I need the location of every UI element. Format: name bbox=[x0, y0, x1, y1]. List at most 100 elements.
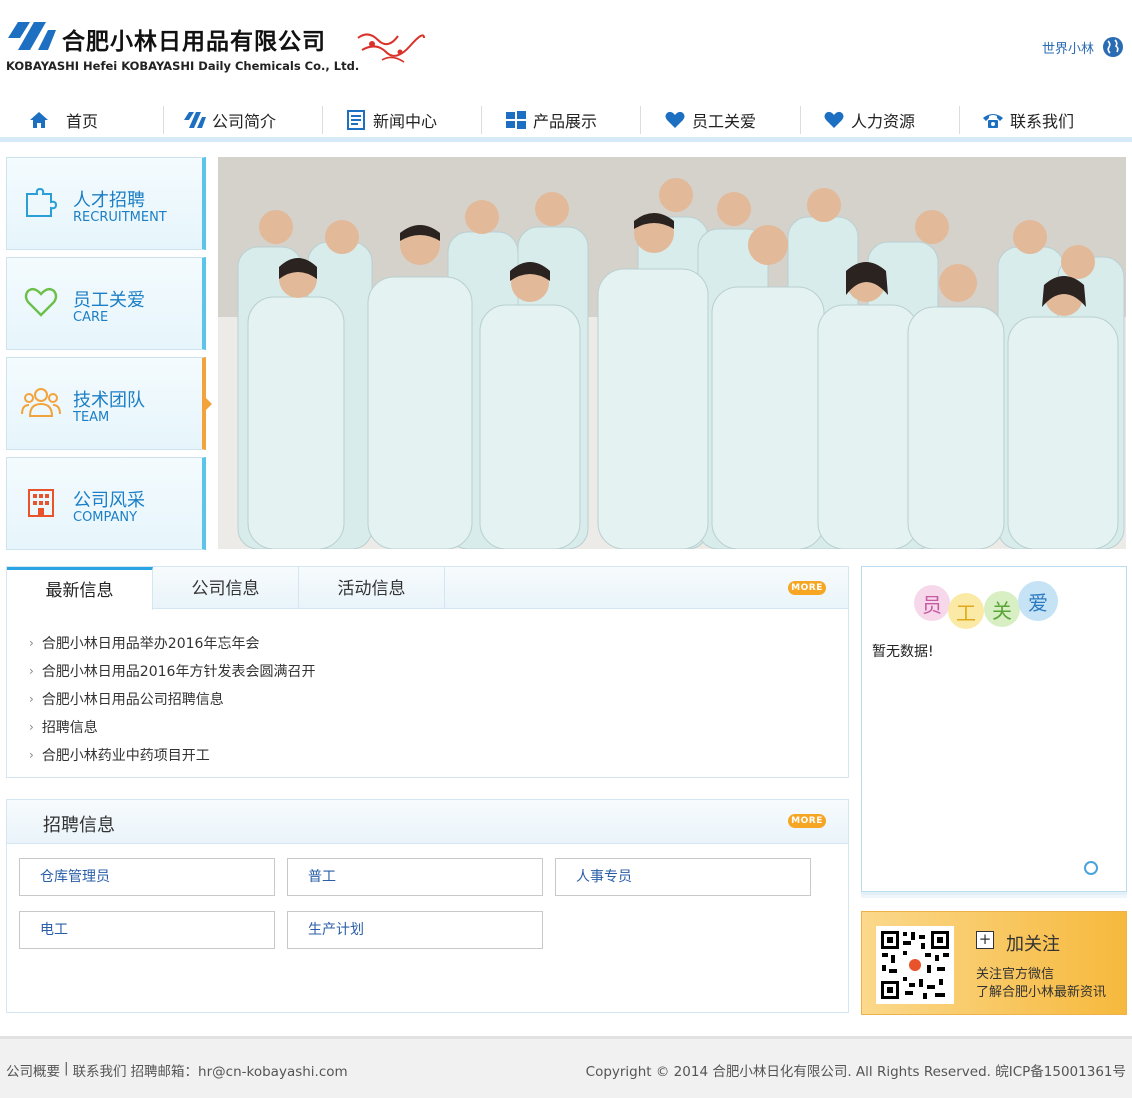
nav-label[interactable]: 公司简介 bbox=[212, 108, 276, 132]
footer-link-overview[interactable]: 公司概要 bbox=[6, 1060, 60, 1080]
tile-title-en[interactable]: TEAM bbox=[73, 410, 109, 425]
list-item[interactable]: › 合肥小林药业中药项目开工 bbox=[29, 741, 315, 769]
news-tabs: 最新信息 公司信息 活动信息 MORE bbox=[7, 567, 848, 610]
nav-label[interactable]: 联系我们 bbox=[1010, 108, 1074, 132]
nav-divider bbox=[959, 106, 960, 134]
care-title: 员 工 关 爱 bbox=[910, 579, 1080, 631]
footer-separator: | bbox=[64, 1060, 69, 1076]
company-name-en: KOBAYASHI Hefei KOBAYASHI Daily Chemical… bbox=[6, 59, 360, 73]
nav-divider bbox=[640, 106, 641, 134]
more-button[interactable]: MORE bbox=[788, 581, 826, 595]
people-icon bbox=[21, 388, 61, 417]
qr-code-icon bbox=[879, 929, 951, 1001]
phone-icon bbox=[983, 114, 1003, 128]
footer-recruit-email[interactable]: 招聘邮箱：hr@cn-kobayashi.com bbox=[131, 1060, 348, 1080]
follow-line-2: 了解合肥小林最新资讯 bbox=[976, 985, 1107, 1000]
nav-label[interactable]: 员工关爱 bbox=[692, 108, 756, 132]
tile-title-cn[interactable]: 公司风采 bbox=[73, 486, 145, 512]
company-name-cn: 合肥小林日用品有限公司 bbox=[62, 29, 326, 55]
follow-title[interactable]: 加关注 bbox=[1006, 930, 1060, 956]
tile-care[interactable]: 员工关爱 CARE bbox=[6, 257, 206, 350]
tile-title-en[interactable]: CARE bbox=[73, 310, 108, 325]
job-item[interactable]: 普工 bbox=[287, 858, 543, 896]
chevron-right-icon: › bbox=[29, 664, 34, 678]
home-icon bbox=[30, 112, 48, 128]
nav-divider bbox=[481, 106, 482, 134]
nav-item-contact[interactable]: 联系我们 bbox=[982, 98, 1074, 142]
nav-item-news[interactable]: 新闻中心 bbox=[345, 98, 437, 142]
tile-title-cn[interactable]: 技术团队 bbox=[73, 386, 145, 412]
tab-activity[interactable]: 活动信息 bbox=[299, 567, 445, 609]
news-title[interactable]: 招聘信息 bbox=[42, 717, 98, 737]
carousel-dot[interactable] bbox=[1084, 861, 1098, 875]
job-item[interactable]: 电工 bbox=[19, 911, 275, 949]
nav-divider bbox=[163, 106, 164, 134]
footer-links: 公司概要 | 联系我们 招聘邮箱：hr@cn-kobayashi.com bbox=[6, 1060, 348, 1080]
news-title[interactable]: 合肥小林日用品2016年方针发表会圆满召开 bbox=[42, 661, 316, 681]
news-title[interactable]: 合肥小林日用品举办2016年忘年会 bbox=[42, 633, 260, 653]
main-nav: 首页 公司简介 新闻中心 产品展示 员工关爱 人力资源 联系我们 bbox=[0, 98, 1132, 142]
tab-company[interactable]: 公司信息 bbox=[153, 567, 299, 609]
job-item[interactable]: 人事专员 bbox=[555, 858, 811, 896]
job-item[interactable]: 仓库管理员 bbox=[19, 858, 275, 896]
nav-label[interactable]: 首页 bbox=[66, 108, 98, 132]
nav-item-home[interactable]: 首页 bbox=[28, 98, 98, 142]
nav-label[interactable]: 人力资源 bbox=[851, 108, 915, 132]
jobs-header: 招聘信息 MORE bbox=[7, 800, 848, 844]
team-photo-banner[interactable] bbox=[218, 157, 1126, 549]
tile-title-cn[interactable]: 员工关爱 bbox=[73, 286, 145, 312]
news-panel: 最新信息 公司信息 活动信息 MORE › 合肥小林日用品举办2016年忘年会 ›… bbox=[6, 566, 849, 778]
follow-wechat-box: + 加关注 关注官方微信 了解合肥小林最新资讯 bbox=[861, 911, 1127, 1015]
nav-item-about[interactable]: 公司简介 bbox=[184, 98, 276, 142]
chevron-right-icon: › bbox=[29, 720, 34, 734]
list-item[interactable]: › 合肥小林日用品举办2016年忘年会 bbox=[29, 629, 315, 657]
globe-icon[interactable] bbox=[1102, 36, 1124, 58]
world-kobayashi-link[interactable]: 世界小林 bbox=[1042, 36, 1124, 58]
chevron-right-icon: › bbox=[29, 692, 34, 706]
slogan-calligraphy-icon bbox=[357, 33, 425, 63]
job-item[interactable]: 生产计划 bbox=[287, 911, 543, 949]
jobs-panel: 招聘信息 MORE 仓库管理员 普工 人事专员 电工 生产计划 bbox=[6, 799, 849, 1013]
qr-code bbox=[876, 926, 954, 1004]
care-title-char: 员 bbox=[922, 593, 942, 617]
site-footer: 公司概要 | 联系我们 招聘邮箱：hr@cn-kobayashi.com Cop… bbox=[0, 1036, 1132, 1098]
tile-company[interactable]: 公司风采 COMPANY bbox=[6, 457, 206, 550]
nav-item-care[interactable]: 员工关爱 bbox=[664, 98, 756, 142]
tab-latest[interactable]: 最新信息 bbox=[7, 567, 153, 610]
tile-title-en[interactable]: RECRUITMENT bbox=[73, 210, 167, 225]
heart-icon bbox=[665, 111, 685, 128]
site-header: 合肥小林日用品有限公司 KOBAYASHI Hefei KOBAYASHI Da… bbox=[0, 0, 1132, 98]
list-item[interactable]: › 招聘信息 bbox=[29, 713, 315, 741]
care-title-char: 工 bbox=[956, 601, 976, 625]
tile-title-cn[interactable]: 人才招聘 bbox=[73, 186, 145, 212]
news-title[interactable]: 合肥小林药业中药项目开工 bbox=[42, 745, 210, 765]
news-list: › 合肥小林日用品举办2016年忘年会 › 合肥小林日用品2016年方针发表会圆满召… bbox=[29, 629, 315, 769]
nav-divider bbox=[322, 106, 323, 134]
care-title-char: 关 bbox=[992, 599, 1012, 623]
chevron-right-icon: › bbox=[29, 636, 34, 650]
more-button[interactable]: MORE bbox=[788, 814, 826, 828]
nav-item-products[interactable]: 产品展示 bbox=[505, 98, 597, 142]
list-item[interactable]: › 合肥小林日用品2016年方针发表会圆满召开 bbox=[29, 657, 315, 685]
heart-icon bbox=[824, 111, 844, 128]
empty-state-text: 暂无数据! bbox=[872, 644, 934, 660]
chevron-right-icon: › bbox=[29, 748, 34, 762]
footer-link-contact[interactable]: 联系我们 bbox=[73, 1060, 127, 1080]
tile-team[interactable]: 技术团队 TEAM bbox=[6, 357, 212, 450]
tile-title-en[interactable]: COMPANY bbox=[73, 510, 137, 525]
active-tile-arrow bbox=[206, 398, 212, 410]
employee-care-panel: 员 工 关 爱 暂无数据! bbox=[861, 566, 1127, 892]
list-item[interactable]: › 合肥小林日用品公司招聘信息 bbox=[29, 685, 315, 713]
copyright: Copyright © 2014 合肥小林日化有限公司. All Rights … bbox=[585, 1064, 1126, 1080]
news-title[interactable]: 合肥小林日用品公司招聘信息 bbox=[42, 689, 224, 709]
kobayashi-logo-icon[interactable] bbox=[8, 20, 56, 52]
team-photo-image bbox=[218, 157, 1126, 549]
nav-label[interactable]: 新闻中心 bbox=[373, 108, 437, 132]
world-link-label[interactable]: 世界小林 bbox=[1042, 38, 1094, 57]
plus-icon[interactable]: + bbox=[976, 931, 994, 949]
nav-divider bbox=[800, 106, 801, 134]
heart-outline-icon bbox=[24, 287, 58, 317]
nav-label[interactable]: 产品展示 bbox=[533, 108, 597, 132]
nav-item-hr[interactable]: 人力资源 bbox=[823, 98, 915, 142]
tile-recruitment[interactable]: 人才招聘 RECRUITMENT bbox=[6, 157, 206, 250]
